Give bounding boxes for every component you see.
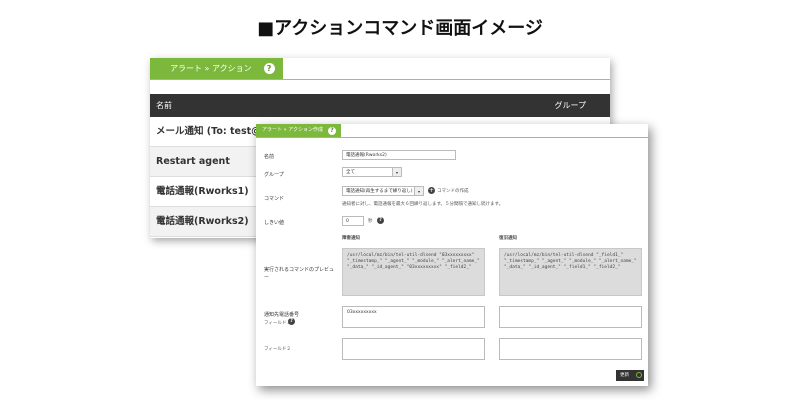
threshold-label: しきい値	[264, 220, 285, 226]
create-command-link[interactable]: コマンドの作成	[437, 188, 469, 194]
tab-alert-action[interactable]: アラート » アクション ?	[150, 58, 283, 79]
help-icon[interactable]: ?	[263, 63, 275, 74]
command-label: コマンド	[264, 196, 285, 202]
group-label: グループ	[264, 172, 284, 178]
action-create-window: アラート » アクション作成 ? 名前 電話通報(Rworks2) グループ 全…	[256, 124, 648, 386]
command-description: 通知者に対し、電話通報を最大６回繰り返します。５分間隔で通知し続けます。	[342, 202, 504, 207]
threshold-input[interactable]: 0	[342, 216, 364, 226]
chevron-down-icon: ▾	[414, 187, 423, 195]
recover-field2-textarea[interactable]	[499, 338, 642, 360]
update-button-label: 更新	[620, 373, 629, 378]
help-icon[interactable]: ?	[377, 217, 384, 224]
help-icon[interactable]: ?	[328, 126, 336, 135]
threshold-unit: 秒	[368, 219, 373, 224]
back-tab-strip: アラート » アクション ?	[150, 58, 610, 80]
preview-label: 実行されるコマンドのプレビュー	[264, 267, 335, 281]
page-title: ■アクションコマンド画面イメージ	[257, 18, 543, 39]
command-select-value: 電話通知(再生するまで繰り返し)	[346, 189, 413, 194]
tab-label: アラート » アクション作成	[262, 127, 323, 133]
field2-label: フィールド２	[264, 347, 291, 352]
field1-label: フィールド１	[264, 321, 291, 326]
fail-field1-textarea[interactable]: 03xxxxxxxxx	[342, 306, 485, 328]
command-select[interactable]: 電話通知(再生するまで繰り返し) ▾	[342, 186, 424, 196]
column-header-name[interactable]: 名前	[156, 94, 172, 117]
recover-field1-textarea[interactable]	[499, 306, 642, 328]
table-header: 名前 グループ	[150, 94, 610, 117]
name-label: 名前	[264, 154, 275, 160]
name-input[interactable]: 電話通報(Rworks2)	[342, 150, 456, 160]
tab-action-create[interactable]: アラート » アクション作成 ?	[256, 124, 341, 137]
help-icon[interactable]: ?	[288, 318, 295, 325]
fail-field2-textarea[interactable]	[342, 338, 485, 360]
group-select[interactable]: 全て ▾	[342, 167, 402, 177]
add-icon[interactable]: +	[428, 187, 435, 194]
fail-column-header: 障害通知	[342, 236, 360, 241]
refresh-icon	[636, 372, 642, 378]
tab-label: アラート » アクション	[170, 64, 252, 73]
fail-command-preview: /usr/local/mz/bin/tel-util-dlsend "03xxx…	[342, 248, 485, 296]
group-select-value: 全て	[346, 170, 355, 175]
front-tab-strip: アラート » アクション作成 ?	[256, 124, 648, 138]
recover-command-preview: /usr/local/mz/bin/tel-util-dlsend "_fiel…	[499, 248, 642, 296]
update-button[interactable]: 更新	[616, 370, 644, 381]
recover-column-header: 復旧通知	[499, 236, 517, 241]
chevron-down-icon: ▾	[392, 168, 401, 176]
phone-label: 通知先電話番号	[264, 312, 300, 318]
column-header-group[interactable]: グループ	[554, 94, 586, 117]
